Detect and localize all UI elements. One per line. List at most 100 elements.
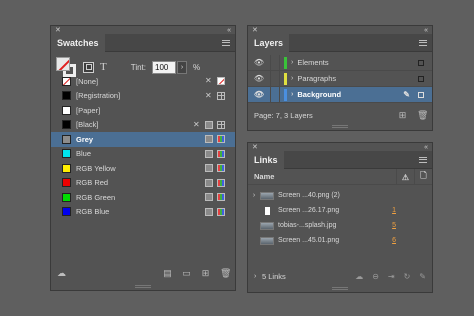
- process-color-icon: [205, 149, 213, 158]
- process-color-icon: [205, 164, 213, 173]
- delete-icon[interactable]: 🗑: [417, 110, 428, 121]
- selection-square-icon[interactable]: [418, 91, 424, 98]
- link-thumbnail: [260, 221, 274, 230]
- selection-square-icon[interactable]: [418, 75, 424, 82]
- layer-color-bar: [284, 72, 287, 85]
- swatch-chip: [62, 192, 71, 202]
- layers-status-text: Page: 7, 3 Layers: [254, 110, 313, 120]
- rgb-icon: [217, 193, 225, 202]
- process-color-icon: [205, 207, 213, 216]
- swatch-rgb-red[interactable]: RGB Red: [51, 176, 235, 191]
- collapse-icon[interactable]: «: [227, 27, 231, 34]
- resize-grip[interactable]: [332, 287, 348, 290]
- link-page-number[interactable]: 6: [392, 237, 396, 244]
- show-swatch-kinds-icon[interactable]: ▤: [163, 268, 172, 279]
- locked-icon: ✕: [205, 90, 212, 100]
- resize-grip[interactable]: [332, 125, 348, 128]
- swatch-chip: [62, 163, 71, 173]
- locked-icon: ✕: [205, 76, 212, 86]
- tint-unit: %: [193, 62, 201, 72]
- link-row[interactable]: Screen ...26.17.png 1: [248, 203, 432, 218]
- goto-link-icon[interactable]: ⇥: [388, 272, 395, 281]
- links-column-header[interactable]: Name ⚠ 🗋: [248, 169, 432, 185]
- process-color-icon: [205, 135, 213, 144]
- lock-toggle[interactable]: [270, 70, 280, 87]
- chevron-right-icon[interactable]: ›: [291, 75, 293, 82]
- swatch-grey[interactable]: Grey: [51, 132, 235, 147]
- lock-toggle[interactable]: [270, 86, 280, 103]
- chevron-right-icon[interactable]: ›: [254, 273, 262, 280]
- pen-icon: ✎: [403, 90, 410, 99]
- layer-row-paragraphs[interactable]: 👁 › Paragraphs: [248, 70, 432, 87]
- layer-color-bar: [284, 88, 287, 101]
- link-thumbnail: [265, 206, 270, 215]
- swatch-rgb-blue[interactable]: RGB Blue: [51, 205, 235, 220]
- links-list: › Screen ...40.png (2) Screen ...26.17.p…: [248, 188, 432, 248]
- edit-original-icon[interactable]: ✎: [419, 272, 426, 281]
- cloud-library-icon[interactable]: ☁: [57, 268, 66, 279]
- panel-tabbar: Swatches: [51, 33, 235, 52]
- link-row[interactable]: Screen ...45.01.png 6: [248, 233, 432, 248]
- swatch-none[interactable]: [None] ✕: [51, 74, 235, 89]
- swatch-black[interactable]: [Black] ✕: [51, 118, 235, 133]
- cloud-icon[interactable]: ☁: [355, 272, 363, 281]
- links-status-bar: › 5 Links ☁ ⊖ ⇥ ↻ ✎: [254, 268, 426, 284]
- formatting-container-icon[interactable]: [83, 61, 94, 73]
- swatch-blue[interactable]: Blue: [51, 147, 235, 162]
- process-color-icon: [205, 120, 213, 129]
- link-row[interactable]: › Screen ...40.png (2): [248, 188, 432, 203]
- visibility-eye-icon[interactable]: 👁: [248, 74, 270, 83]
- update-link-icon[interactable]: ↻: [404, 272, 411, 281]
- swatch-name: [Paper]: [76, 105, 101, 115]
- new-color-group-icon[interactable]: ▭: [182, 268, 191, 279]
- link-thumbnail: [260, 236, 274, 245]
- fill-swatch[interactable]: [56, 57, 70, 71]
- selection-square-icon[interactable]: [418, 59, 424, 66]
- swatch-registration[interactable]: [Registration] ✕: [51, 89, 235, 104]
- collapse-icon[interactable]: «: [424, 27, 428, 34]
- swatch-list: [None] ✕ [Registration] ✕ [Paper] [Black…: [51, 74, 235, 219]
- swatch-chip: [62, 120, 71, 130]
- delete-icon[interactable]: 🗑: [220, 268, 231, 279]
- tab-layers[interactable]: Layers: [248, 33, 290, 52]
- swatch-chip: [62, 207, 71, 217]
- tab-swatches[interactable]: Swatches: [51, 33, 105, 52]
- tab-links[interactable]: Links: [248, 150, 284, 169]
- process-color-icon: [205, 193, 213, 202]
- swatch-chip: [62, 105, 71, 115]
- new-swatch-icon[interactable]: ⊞: [201, 268, 210, 279]
- link-row[interactable]: tobias-...splash.jpg 5: [248, 218, 432, 233]
- layer-row-elements[interactable]: 👁 › Elements: [248, 54, 432, 71]
- relink-icon[interactable]: ⊖: [372, 272, 379, 281]
- collapse-icon[interactable]: «: [424, 144, 428, 151]
- link-page-number[interactable]: 5: [392, 222, 396, 229]
- panel-menu-icon[interactable]: [222, 39, 230, 46]
- panel-menu-icon[interactable]: [419, 156, 427, 163]
- rgb-icon: [217, 178, 225, 187]
- no-color-icon: [217, 77, 225, 86]
- tint-input[interactable]: [152, 60, 176, 74]
- layer-row-background[interactable]: 👁 › Background ✎: [248, 86, 432, 103]
- visibility-eye-icon[interactable]: 👁: [248, 90, 270, 99]
- chevron-right-icon[interactable]: ›: [291, 59, 293, 66]
- resize-grip[interactable]: [135, 285, 151, 288]
- link-name: Screen ...40.png (2): [278, 192, 340, 199]
- swatch-chip: [62, 149, 71, 159]
- swatch-chip: [62, 178, 71, 188]
- chevron-right-icon[interactable]: ›: [291, 91, 293, 98]
- page-icon[interactable]: 🗋: [414, 169, 432, 185]
- swatch-rgb-green[interactable]: RGB Green: [51, 190, 235, 205]
- swatch-chip: [62, 91, 71, 101]
- chevron-right-icon[interactable]: ›: [248, 192, 260, 199]
- panel-menu-icon[interactable]: [419, 39, 427, 46]
- tint-dropdown-button[interactable]: ›: [177, 60, 187, 74]
- lock-toggle[interactable]: [270, 54, 280, 71]
- warning-icon[interactable]: ⚠: [396, 169, 414, 185]
- visibility-eye-icon[interactable]: 👁: [248, 58, 270, 67]
- swatch-rgb-yellow[interactable]: RGB Yellow: [51, 161, 235, 176]
- swatch-paper[interactable]: [Paper]: [51, 103, 235, 118]
- formatting-text-icon[interactable]: T: [100, 61, 107, 73]
- link-page-number[interactable]: 1: [392, 207, 396, 214]
- new-layer-icon[interactable]: ⊞: [398, 110, 407, 121]
- column-name-label: Name: [254, 172, 275, 181]
